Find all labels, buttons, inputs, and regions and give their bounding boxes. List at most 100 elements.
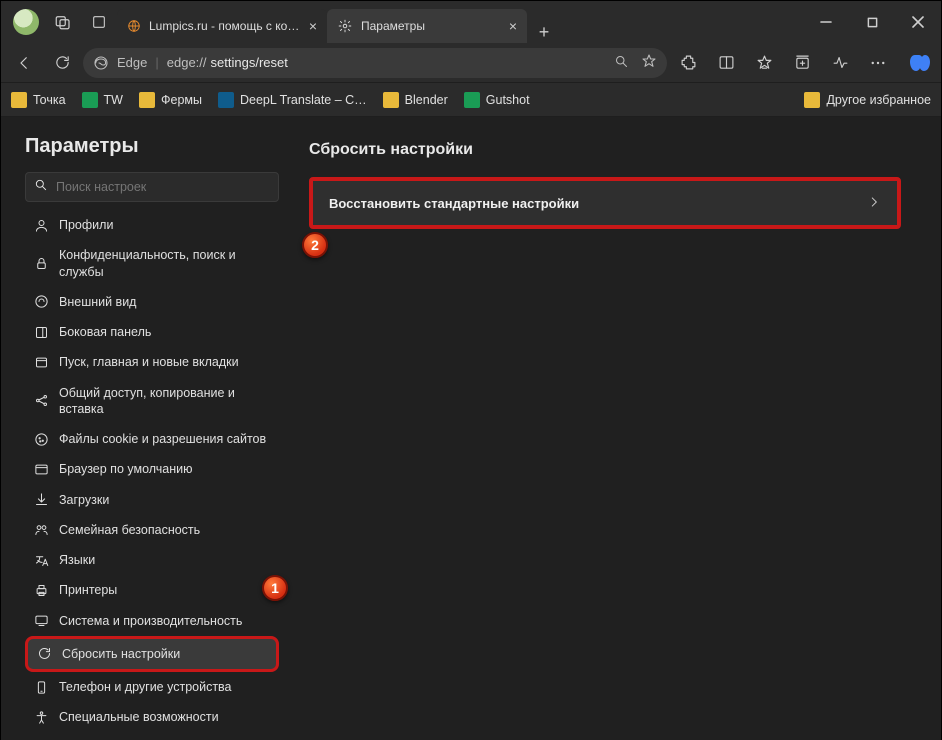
content: Параметры ПрофилиКонфиденциальность, пои… [1, 117, 941, 740]
folder-icon [804, 92, 820, 108]
sidebar-item[interactable]: Языки [25, 545, 279, 575]
sidebar-item-label: Профили [59, 217, 113, 233]
panel-icon [33, 324, 49, 340]
bookmark-item[interactable]: Фермы [139, 92, 202, 108]
url-text: edge://settings/reset [167, 55, 606, 70]
globe-icon [127, 18, 141, 34]
sidebar-item[interactable]: Профили [25, 210, 279, 240]
collections-icon[interactable] [785, 48, 819, 78]
site-icon [464, 92, 480, 108]
bookmarks-bar: Точка TW Фермы DeepL Translate – C… Blen… [1, 83, 941, 117]
sidebar-item-label: Конфиденциальность, поиск и службы [59, 247, 271, 280]
sidebar-item-label: Принтеры [59, 582, 117, 598]
sidebar-item[interactable]: Семейная безопасность [25, 515, 279, 545]
bookmark-item[interactable]: Blender [383, 92, 448, 108]
sidebar-item[interactable]: Телефон и другие устройства [25, 672, 279, 702]
home-icon [33, 354, 49, 370]
appearance-icon [33, 294, 49, 310]
annotation-badge-1: 1 [262, 575, 288, 601]
toolbar: Edge | edge://settings/reset [1, 43, 941, 83]
bookmark-item[interactable]: DeepL Translate – C… [218, 92, 367, 108]
sidebar-item-label: Семейная безопасность [59, 522, 200, 538]
minimize-button[interactable] [803, 1, 849, 43]
chevron-right-icon [867, 195, 881, 212]
tab-title: Параметры [361, 19, 425, 33]
reset-settings-card[interactable]: Восстановить стандартные настройки [309, 177, 901, 229]
sidebar-item-label: Общий доступ, копирование и вставка [59, 385, 271, 418]
profile-avatar[interactable] [13, 9, 39, 35]
sidebar-item[interactable]: Принтеры [25, 575, 279, 605]
engine-label: Edge [117, 55, 147, 70]
sidebar-item[interactable]: Боковая панель [25, 317, 279, 347]
bookmark-item[interactable]: TW [82, 92, 123, 108]
address-bar[interactable]: Edge | edge://settings/reset [83, 48, 667, 78]
printer-icon [33, 582, 49, 598]
sidebar-item[interactable]: Система и производительность [25, 606, 279, 636]
settings-main: Сбросить настройки Восстановить стандарт… [289, 117, 941, 740]
sidebar-item-label: Внешний вид [59, 294, 136, 310]
folder-icon [139, 92, 155, 108]
extensions-icon[interactable] [671, 48, 705, 78]
sidebar-item[interactable]: Специальные возможности [25, 702, 279, 732]
sidebar-item[interactable]: Внешний вид [25, 287, 279, 317]
reset-icon [36, 646, 52, 662]
tab-actions-icon[interactable] [81, 14, 117, 30]
folder-icon [383, 92, 399, 108]
card-label: Восстановить стандартные настройки [329, 196, 579, 211]
tab-settings[interactable]: Параметры × [327, 9, 527, 43]
sidebar-item[interactable]: Файлы cookie и разрешения сайтов [25, 424, 279, 454]
share-icon [33, 393, 49, 409]
edge-icon [93, 55, 109, 71]
lang-icon [33, 552, 49, 568]
favorites-icon[interactable] [747, 48, 781, 78]
maximize-button[interactable] [849, 1, 895, 43]
bookmark-item[interactable]: Gutshot [464, 92, 530, 108]
sidebar-item-label: Сбросить настройки [62, 646, 180, 662]
more-icon[interactable] [861, 48, 895, 78]
sidebar-item-label: Браузер по умолчанию [59, 461, 193, 477]
sidebar-item[interactable]: Пуск, главная и новые вкладки [25, 347, 279, 377]
workspaces-icon[interactable] [45, 13, 81, 31]
close-icon[interactable]: × [309, 18, 317, 34]
tab-title: Lumpics.ru - помощь с компьют [149, 19, 301, 33]
settings-search[interactable] [25, 172, 279, 202]
new-tab-button[interactable]: + [527, 22, 561, 43]
address-actions [614, 53, 657, 72]
zoom-icon[interactable] [614, 54, 629, 72]
site-icon [218, 92, 234, 108]
site-icon [82, 92, 98, 108]
refresh-button[interactable] [45, 48, 79, 78]
sidebar-item-label: Телефон и другие устройства [59, 679, 232, 695]
copilot-button[interactable] [903, 47, 935, 79]
bookmark-item[interactable]: Точка [11, 92, 66, 108]
tab-lumpics[interactable]: Lumpics.ru - помощь с компьют × [117, 9, 327, 43]
sidebar-item[interactable]: Конфиденциальность, поиск и службы [25, 240, 279, 287]
sidebar-item[interactable]: Браузер по умолчанию [25, 454, 279, 484]
performance-icon[interactable] [823, 48, 857, 78]
sidebar-item-label: Файлы cookie и разрешения сайтов [59, 431, 266, 447]
sidebar-item[interactable]: Сбросить настройки [25, 636, 279, 672]
phone-icon [33, 679, 49, 695]
search-input[interactable] [56, 180, 270, 194]
user-icon [33, 217, 49, 233]
back-button[interactable] [7, 48, 41, 78]
search-icon [34, 178, 48, 197]
sidebar-item[interactable]: Общий доступ, копирование и вставка [25, 378, 279, 425]
favorite-icon[interactable] [641, 53, 657, 72]
sidebar-item-label: Боковая панель [59, 324, 151, 340]
lock-icon [33, 256, 49, 272]
sidebar-item-label: Система и производительность [59, 613, 242, 629]
close-icon[interactable]: × [509, 18, 517, 34]
other-bookmarks[interactable]: Другое избранное [804, 92, 931, 108]
settings-sidebar: Параметры ПрофилиКонфиденциальность, пои… [1, 117, 289, 740]
family-icon [33, 522, 49, 538]
close-window-button[interactable] [895, 1, 941, 43]
settings-menu: Профили Конфиденциальность, поиск и служб… [25, 210, 279, 740]
sidebar-item-label: Языки [59, 552, 95, 568]
system-icon [33, 613, 49, 629]
annotation-badge-2: 2 [302, 232, 328, 258]
window-controls [803, 1, 941, 43]
split-screen-icon[interactable] [709, 48, 743, 78]
sidebar-item[interactable]: О программе Microsoft Edge [25, 733, 279, 740]
sidebar-item[interactable]: Загрузки [25, 485, 279, 515]
